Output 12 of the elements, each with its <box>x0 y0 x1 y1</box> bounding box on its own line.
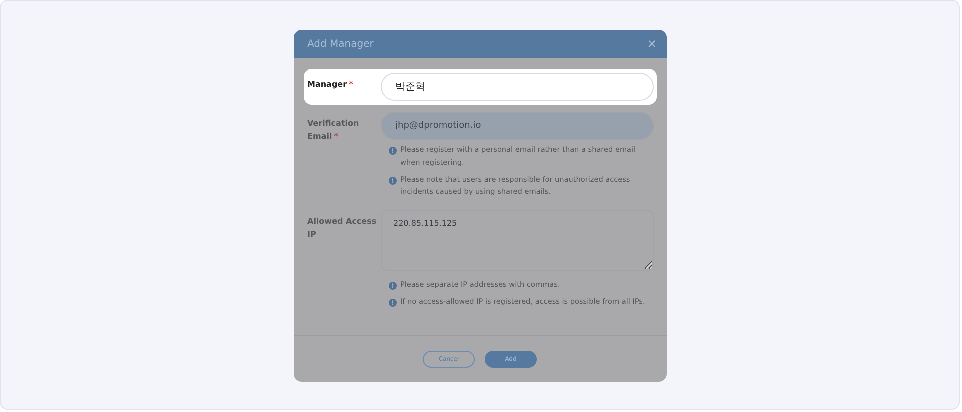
field-label: Manager * <box>308 80 354 89</box>
field-label: Verification Email * <box>308 119 360 141</box>
textarea-field[interactable]: 220.85.115.125 <box>380 210 654 272</box>
field-label: Allowed Access IP <box>308 217 377 239</box>
close-button[interactable]: × <box>648 36 656 52</box>
info-icon <box>388 298 396 307</box>
info-icon <box>388 282 396 290</box>
info-icon <box>388 176 396 185</box>
dialog-title: Add Manager <box>308 38 374 50</box>
info-icon <box>388 147 396 155</box>
input-field[interactable]: 박준혁 <box>380 73 654 101</box>
input-field[interactable]: jhp@dpromotion.io <box>380 112 654 140</box>
